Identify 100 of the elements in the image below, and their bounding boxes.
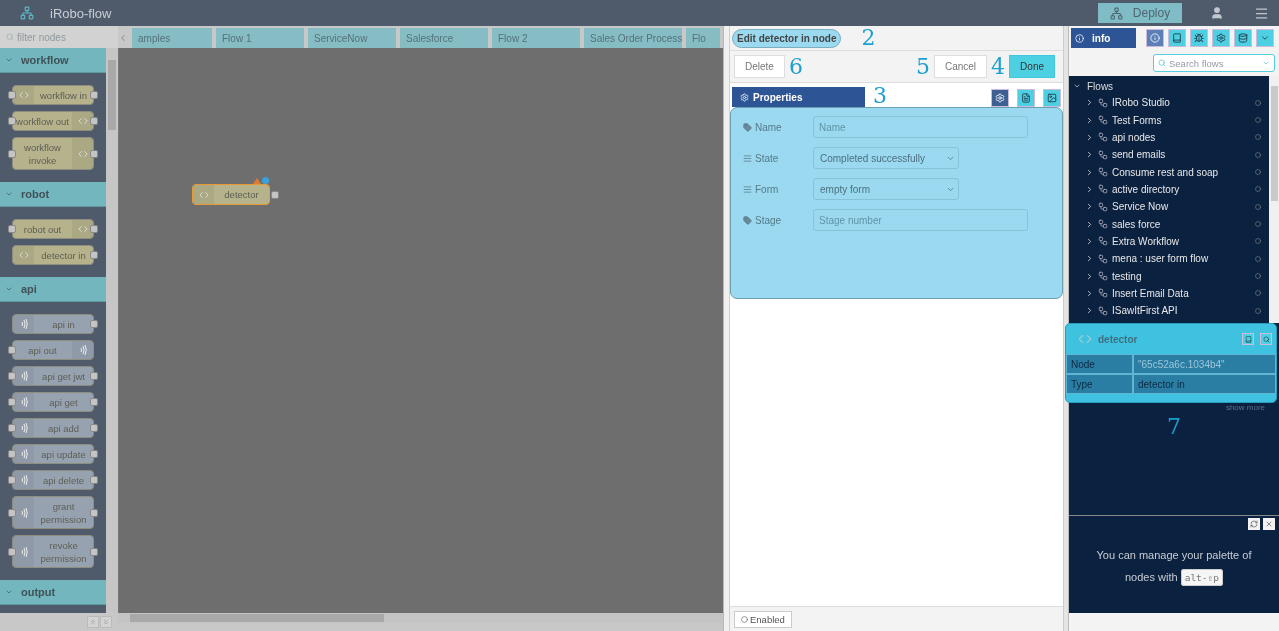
circle-icon xyxy=(1255,203,1261,210)
close-button[interactable] xyxy=(1263,518,1275,530)
network-icon xyxy=(1109,6,1123,20)
description-button[interactable] xyxy=(1017,89,1035,107)
input-field[interactable]: Stage number xyxy=(813,209,1028,231)
category-header[interactable]: robot xyxy=(0,182,106,207)
select-field[interactable]: Completed successfully xyxy=(813,147,959,169)
chevron-down-icon xyxy=(5,56,13,64)
wave-icon xyxy=(19,448,28,460)
enabled-toggle[interactable]: Enabled xyxy=(734,610,792,628)
circle-icon xyxy=(1255,169,1261,176)
bug-button[interactable] xyxy=(1190,29,1208,47)
field-label: Form xyxy=(743,183,813,195)
gear-icon xyxy=(995,93,1005,103)
book-button[interactable] xyxy=(1168,29,1186,47)
flow-tab[interactable]: Flow 1 xyxy=(216,28,304,48)
refresh-button[interactable] xyxy=(1248,518,1260,530)
field-label: Name xyxy=(743,121,813,133)
flow-item[interactable]: testing xyxy=(1069,267,1269,285)
flow-tab[interactable]: Sales Order Process xyxy=(584,28,682,48)
chevron-down-icon xyxy=(5,190,13,198)
flow-tab[interactable]: amples xyxy=(132,28,212,48)
input-field[interactable]: Name xyxy=(813,116,1028,138)
flow-icon xyxy=(1098,97,1108,108)
circle-icon xyxy=(741,615,748,623)
caret-icon xyxy=(1260,33,1270,43)
image-icon xyxy=(1047,93,1057,103)
database-icon xyxy=(1238,33,1248,43)
code-icon xyxy=(77,224,88,234)
book-button[interactable] xyxy=(1242,333,1254,345)
wave-icon xyxy=(19,370,28,382)
flow-node[interactable]: detector xyxy=(192,184,270,205)
circle-icon xyxy=(1255,238,1261,245)
node-name: detector xyxy=(1098,333,1139,345)
search-button[interactable] xyxy=(1260,333,1272,345)
flow-icon xyxy=(1098,305,1108,316)
search-icon xyxy=(6,33,14,41)
flow-item[interactable]: Insert Email Data xyxy=(1069,284,1269,303)
done-button[interactable]: Done xyxy=(1009,55,1055,78)
table-cell: Node xyxy=(1066,354,1133,374)
wave-icon xyxy=(19,506,28,519)
list-icon xyxy=(743,153,752,163)
database-button[interactable] xyxy=(1234,29,1252,47)
flow-item[interactable]: mena : user form flow xyxy=(1069,250,1269,268)
table-cell: Type xyxy=(1066,374,1133,394)
flow-item[interactable]: api nodes xyxy=(1069,128,1269,147)
wave-icon xyxy=(19,396,28,408)
category-header[interactable]: output xyxy=(0,580,106,605)
annotation-number: 5 xyxy=(915,55,930,78)
flow-tab[interactable]: Flo xyxy=(686,28,720,48)
refresh-icon xyxy=(1250,520,1258,528)
circle-icon xyxy=(1255,151,1261,158)
chevron-left-icon xyxy=(118,33,128,43)
flow-item[interactable]: Service Now xyxy=(1069,198,1269,216)
appearance-button[interactable] xyxy=(1043,89,1061,107)
flow-item[interactable]: Consume rest and soap xyxy=(1069,163,1269,181)
chevron-down-icon xyxy=(5,285,13,293)
properties-tab[interactable]: Properties xyxy=(732,87,865,107)
settings-button[interactable] xyxy=(991,89,1009,107)
flow-tab[interactable]: Flow 2 xyxy=(492,28,580,48)
category-header[interactable]: api xyxy=(0,277,106,302)
flow-item[interactable]: active directory xyxy=(1069,180,1269,199)
tree-header[interactable]: Flows xyxy=(1069,78,1269,94)
flow-item[interactable]: Extra Workflow xyxy=(1069,232,1269,251)
chevron-down-icon xyxy=(5,588,13,596)
code-icon xyxy=(18,250,29,260)
flow-item[interactable]: Test Forms xyxy=(1069,111,1269,129)
flow-item[interactable]: sales force xyxy=(1069,215,1269,233)
caret-icon xyxy=(1262,59,1270,67)
flow-item[interactable]: IRobo Studio xyxy=(1069,94,1269,112)
flow-icon xyxy=(1098,236,1108,247)
delete-button[interactable]: Delete xyxy=(734,55,785,78)
filter-box[interactable]: filter nodes xyxy=(0,26,118,48)
flow-item[interactable]: ISawItFirst API xyxy=(1069,302,1269,320)
flow-icon xyxy=(1098,201,1108,212)
info-tab[interactable]: info xyxy=(1071,28,1136,48)
user-icon[interactable] xyxy=(1210,6,1224,20)
field-label: State xyxy=(743,152,813,164)
search-box[interactable]: Search flows xyxy=(1153,54,1275,72)
flow-icon xyxy=(1098,253,1108,264)
category-header[interactable]: workflow xyxy=(0,48,106,73)
deploy-button[interactable]: Deploy xyxy=(1098,3,1182,23)
output-port xyxy=(271,191,279,199)
table-cell: "65c52a6c.1034b4" xyxy=(1133,354,1276,374)
circle-icon xyxy=(1255,273,1261,280)
flow-item[interactable]: send emails xyxy=(1069,146,1269,164)
info-button[interactable] xyxy=(1146,29,1164,47)
settings-button[interactable] xyxy=(1212,29,1230,47)
flow-tab[interactable]: ServiceNow xyxy=(308,28,396,48)
filter-field[interactable]: filter nodes xyxy=(17,31,97,43)
menu-icon[interactable] xyxy=(1254,5,1269,21)
field-label: Stage xyxy=(743,214,813,226)
flow-icon xyxy=(1098,167,1108,178)
book-icon xyxy=(1172,33,1182,43)
cancel-button[interactable]: Cancel xyxy=(933,55,988,78)
search-icon xyxy=(1262,335,1270,343)
flow-tab[interactable]: Salesforce xyxy=(400,28,488,48)
select-field[interactable]: empty form xyxy=(813,178,959,200)
code-icon xyxy=(198,189,209,200)
show-more-link[interactable]: show more xyxy=(1225,403,1265,412)
